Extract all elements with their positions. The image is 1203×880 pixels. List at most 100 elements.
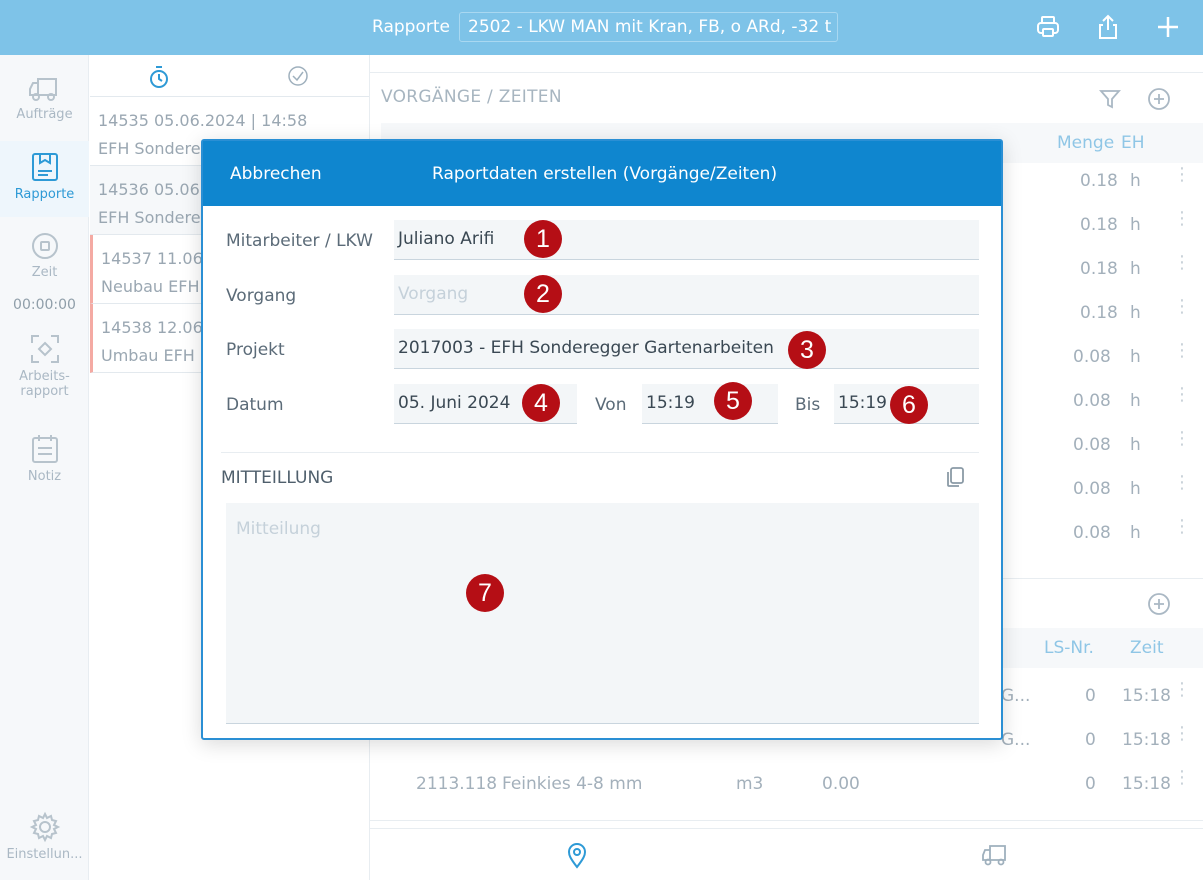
more-icon[interactable]: ⋮ (1173, 769, 1191, 787)
cell-unit: m3 (736, 774, 764, 794)
message-textarea[interactable]: Mitteilung (226, 503, 979, 724)
more-icon[interactable]: ⋮ (1173, 518, 1191, 536)
cell-zeit: 15:18 (1122, 730, 1171, 750)
more-icon[interactable]: ⋮ (1173, 430, 1191, 448)
sidebar-item-label-2: rapport (20, 384, 69, 399)
cancel-button[interactable]: Abbrechen (230, 164, 322, 184)
divider (370, 72, 1203, 73)
cell-eh: h (1130, 435, 1141, 455)
cell-eh: h (1130, 523, 1141, 543)
cell-eh: h (1130, 347, 1141, 367)
cell-ls: 0 (1085, 686, 1096, 706)
gear-icon (29, 811, 60, 843)
timer-display: 00:00:00 (13, 297, 76, 313)
from-time-field[interactable]: 15:19 (642, 384, 778, 424)
page-title: Rapporte (372, 17, 450, 37)
vorgang-label: Vorgang (226, 286, 297, 306)
plus-icon[interactable] (1154, 13, 1182, 41)
cell-eh: h (1130, 215, 1141, 235)
cell-menge: 0.18 (1080, 259, 1118, 279)
sidebar-item-rapporte[interactable]: Rapporte (0, 141, 89, 217)
annotation-badge-5: 5 (714, 382, 752, 420)
project-field[interactable]: 2017003 - EFH Sonderegger Gartenarbeiten (394, 329, 979, 369)
cell-menge: 0.08 (1073, 347, 1111, 367)
column-header-menge: Menge (1057, 133, 1115, 153)
more-icon[interactable]: ⋮ (1173, 474, 1191, 492)
add-material-icon[interactable] (1147, 592, 1171, 616)
cell-desc: G... (1001, 686, 1031, 706)
message-title: MITTEILLUNG (221, 468, 334, 488)
annotation-badge-4: 4 (522, 384, 560, 422)
check-circle-icon[interactable] (287, 65, 309, 87)
cell-eh: h (1130, 479, 1141, 499)
sidebar-item-label: Rapporte (14, 187, 75, 202)
bottom-bar (370, 828, 1203, 880)
more-icon[interactable]: ⋮ (1173, 386, 1191, 404)
employee-field[interactable]: Juliano Arifi (394, 220, 979, 260)
divider (370, 820, 1203, 821)
scan-icon (30, 335, 59, 363)
share-icon[interactable] (1094, 13, 1122, 41)
create-report-dialog: Abbrechen Raportdaten erstellen (Vorgäng… (201, 139, 1003, 740)
employee-label: Mitarbeiter / LKW (226, 231, 373, 251)
vorgang-field[interactable]: Vorgang (394, 275, 979, 315)
sidebar-item-einstellungen[interactable]: Einstellun... (0, 811, 89, 862)
cell-eh: h (1130, 391, 1141, 411)
more-icon[interactable]: ⋮ (1173, 725, 1191, 743)
cell-menge: 0.18 (1080, 303, 1118, 323)
cell-menge: 0.18 (1080, 171, 1118, 191)
from-label: Von (595, 395, 627, 415)
cell-ls: 0 (1085, 730, 1096, 750)
stopwatch-icon[interactable] (148, 65, 170, 89)
more-icon[interactable]: ⋮ (1173, 298, 1191, 316)
project-label: Projekt (226, 340, 285, 360)
more-icon[interactable]: ⋮ (1173, 342, 1191, 360)
more-icon[interactable]: ⋮ (1173, 210, 1191, 228)
cell-zeit: 15:18 (1122, 686, 1171, 706)
column-header-eh: EH (1121, 133, 1145, 153)
stop-icon (31, 233, 58, 259)
top-bar: Rapporte 2502 - LKW MAN mit Kran, FB, o … (0, 0, 1203, 55)
cell-eh: h (1130, 171, 1141, 191)
cell-ls: 0 (1085, 774, 1096, 794)
filter-icon[interactable] (1098, 87, 1122, 111)
column-header-ls-nr: LS-Nr. (1044, 638, 1094, 658)
date-label: Datum (226, 395, 284, 415)
cell-qty: 0.00 (822, 774, 860, 794)
location-icon[interactable] (566, 843, 588, 869)
dialog-header: Abbrechen Raportdaten erstellen (Vorgäng… (203, 141, 1001, 206)
cell-menge: 0.18 (1080, 215, 1118, 235)
cell-menge: 0.08 (1073, 435, 1111, 455)
list-header (90, 55, 369, 97)
cell-menge: 0.08 (1073, 391, 1111, 411)
vehicle-select[interactable]: 2502 - LKW MAN mit Kran, FB, o ARd, -32 … (459, 12, 838, 42)
more-icon[interactable]: ⋮ (1173, 254, 1191, 272)
sidebar-item-zeit[interactable]: Zeit (0, 231, 89, 280)
sidebar: Aufträge Rapporte Zeit 00:00:00 Arbeits-… (0, 55, 89, 880)
sidebar-item-arbeitsrapport[interactable]: Arbeits- rapport (0, 333, 89, 399)
truck-icon[interactable] (981, 843, 1009, 867)
annotation-badge-7: 7 (466, 574, 504, 612)
material-row[interactable]: 2113.118 Feinkies 4-8 mm m3 0.00 0 15:18… (381, 763, 1203, 807)
column-header-zeit: Zeit (1130, 638, 1164, 658)
cell-nr: 2113.118 (416, 774, 498, 794)
sidebar-item-label: Zeit (31, 265, 58, 280)
sidebar-item-label: Aufträge (16, 107, 73, 122)
section-title: VORGÄNGE / ZEITEN (381, 87, 562, 107)
printer-icon[interactable] (1034, 13, 1062, 41)
cell-eh: h (1130, 259, 1141, 279)
sidebar-item-auftraege[interactable]: Aufträge (0, 73, 89, 122)
more-icon[interactable]: ⋮ (1173, 681, 1191, 699)
clipboard-icon (31, 153, 58, 181)
copy-icon[interactable] (944, 465, 966, 489)
sidebar-item-label: Arbeits- (19, 369, 70, 384)
more-icon[interactable]: ⋮ (1173, 166, 1191, 184)
dialog-title: Raportdaten erstellen (Vorgänge/Zeiten) (432, 164, 778, 184)
sidebar-item-label: Notiz (27, 469, 62, 484)
sidebar-item-notiz[interactable]: Notiz (0, 433, 89, 484)
annotation-badge-6: 6 (890, 386, 928, 424)
cell-desc: Feinkies 4-8 mm (502, 774, 643, 794)
list-item-title: 14535 05.06.2024 | 14:58 (98, 111, 308, 130)
cell-zeit: 15:18 (1122, 774, 1171, 794)
add-circle-icon[interactable] (1147, 87, 1171, 111)
